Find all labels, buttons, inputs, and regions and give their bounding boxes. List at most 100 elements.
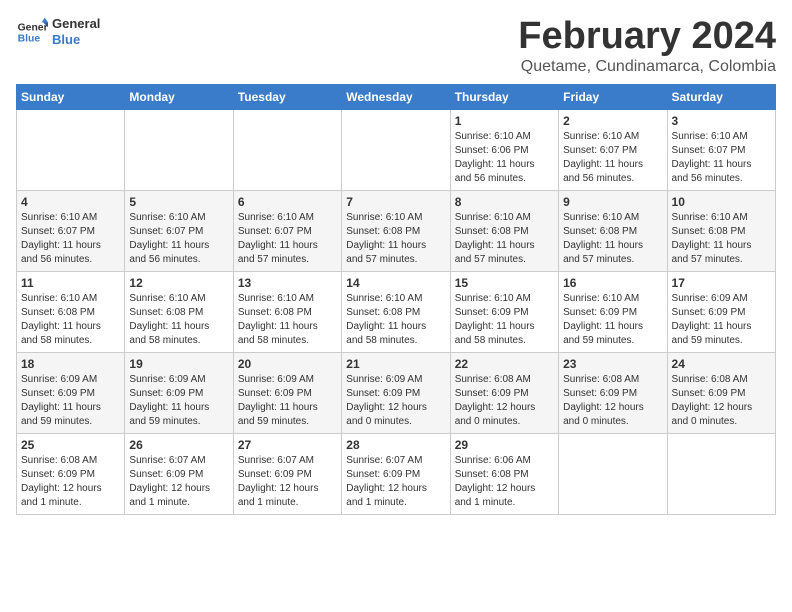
day-info: Sunrise: 6:09 AM Sunset: 6:09 PM Dayligh… bbox=[129, 373, 228, 429]
day-info: Sunrise: 6:08 AM Sunset: 6:09 PM Dayligh… bbox=[563, 373, 662, 429]
day-number: 27 bbox=[238, 438, 337, 452]
day-info: Sunrise: 6:10 AM Sunset: 6:09 PM Dayligh… bbox=[455, 292, 554, 348]
calendar-cell: 16Sunrise: 6:10 AM Sunset: 6:09 PM Dayli… bbox=[559, 271, 667, 352]
calendar-cell: 25 Sunrise: 6:08 AM Sunset: 6:09 PM Dayli… bbox=[17, 433, 125, 514]
day-info: Sunrise: 6:10 AM Sunset: 6:08 PM Dayligh… bbox=[672, 211, 771, 267]
day-number: 19 bbox=[129, 357, 228, 371]
column-header-tuesday: Tuesday bbox=[233, 84, 341, 109]
day-info: Sunrise: 6:10 AM Sunset: 6:06 PM Dayligh… bbox=[455, 130, 554, 186]
calendar-cell bbox=[342, 109, 450, 190]
column-header-sunday: Sunday bbox=[17, 84, 125, 109]
day-number: 12 bbox=[129, 276, 228, 290]
day-number: 7 bbox=[346, 195, 445, 209]
day-number: 24 bbox=[672, 357, 771, 371]
calendar-cell: 27 Sunrise: 6:07 AM Sunset: 6:09 PM Dayli… bbox=[233, 433, 341, 514]
day-number: 5 bbox=[129, 195, 228, 209]
logo-general: General bbox=[52, 16, 100, 32]
calendar-cell: 15 Sunrise: 6:10 AM Sunset: 6:09 PM Dayli… bbox=[450, 271, 558, 352]
day-number: 21 bbox=[346, 357, 445, 371]
day-info: Sunrise: 6:08 AM Sunset: 6:09 PM Dayligh… bbox=[672, 373, 771, 429]
day-number: 6 bbox=[238, 195, 337, 209]
day-info: Sunrise: 6:09 AM Sunset: 6:09 PM Dayligh… bbox=[21, 373, 120, 429]
day-info: Sunrise: 6:10 AM Sunset: 6:07 PM Dayligh… bbox=[563, 130, 662, 186]
day-number: 4 bbox=[21, 195, 120, 209]
calendar-cell: 19 Sunrise: 6:09 AM Sunset: 6:09 PM Dayli… bbox=[125, 352, 233, 433]
logo: General Blue General Blue bbox=[16, 16, 100, 48]
day-number: 15 bbox=[455, 276, 554, 290]
calendar-cell: 24 Sunrise: 6:08 AM Sunset: 6:09 PM Dayli… bbox=[667, 352, 775, 433]
logo-icon: General Blue bbox=[16, 16, 48, 48]
day-info: Sunrise: 6:08 AM Sunset: 6:09 PM Dayligh… bbox=[455, 373, 554, 429]
day-info: Sunrise: 6:10 AM Sunset: 6:08 PM Dayligh… bbox=[346, 211, 445, 267]
calendar-cell: 8Sunrise: 6:10 AM Sunset: 6:08 PM Daylig… bbox=[450, 190, 558, 271]
day-number: 1 bbox=[455, 114, 554, 128]
calendar-cell: 10 Sunrise: 6:10 AM Sunset: 6:08 PM Dayli… bbox=[667, 190, 775, 271]
column-header-saturday: Saturday bbox=[667, 84, 775, 109]
day-number: 8 bbox=[455, 195, 554, 209]
calendar-cell: 14 Sunrise: 6:10 AM Sunset: 6:08 PM Dayli… bbox=[342, 271, 450, 352]
day-number: 20 bbox=[238, 357, 337, 371]
day-info: Sunrise: 6:10 AM Sunset: 6:08 PM Dayligh… bbox=[346, 292, 445, 348]
calendar-cell: 2 Sunrise: 6:10 AM Sunset: 6:07 PM Daylig… bbox=[559, 109, 667, 190]
day-info: Sunrise: 6:09 AM Sunset: 6:09 PM Dayligh… bbox=[238, 373, 337, 429]
calendar-cell bbox=[667, 433, 775, 514]
calendar-cell: 4 Sunrise: 6:10 AM Sunset: 6:07 PM Daylig… bbox=[17, 190, 125, 271]
column-header-monday: Monday bbox=[125, 84, 233, 109]
calendar-cell: 23 Sunrise: 6:08 AM Sunset: 6:09 PM Dayli… bbox=[559, 352, 667, 433]
day-number: 23 bbox=[563, 357, 662, 371]
calendar-cell: 3Sunrise: 6:10 AM Sunset: 6:07 PM Daylig… bbox=[667, 109, 775, 190]
calendar-cell: 13 Sunrise: 6:10 AM Sunset: 6:08 PM Dayli… bbox=[233, 271, 341, 352]
day-number: 18 bbox=[21, 357, 120, 371]
day-info: Sunrise: 6:07 AM Sunset: 6:09 PM Dayligh… bbox=[238, 454, 337, 510]
calendar-cell: 29Sunrise: 6:06 AM Sunset: 6:08 PM Dayli… bbox=[450, 433, 558, 514]
day-number: 16 bbox=[563, 276, 662, 290]
calendar-cell: 21 Sunrise: 6:09 AM Sunset: 6:09 PM Dayli… bbox=[342, 352, 450, 433]
day-number: 10 bbox=[672, 195, 771, 209]
day-number: 14 bbox=[346, 276, 445, 290]
day-info: Sunrise: 6:10 AM Sunset: 6:07 PM Dayligh… bbox=[238, 211, 337, 267]
day-info: Sunrise: 6:10 AM Sunset: 6:08 PM Dayligh… bbox=[238, 292, 337, 348]
calendar-cell: 22 Sunrise: 6:08 AM Sunset: 6:09 PM Dayli… bbox=[450, 352, 558, 433]
calendar-cell: 11Sunrise: 6:10 AM Sunset: 6:08 PM Dayli… bbox=[17, 271, 125, 352]
day-number: 25 bbox=[21, 438, 120, 452]
day-info: Sunrise: 6:10 AM Sunset: 6:08 PM Dayligh… bbox=[563, 211, 662, 267]
day-info: Sunrise: 6:08 AM Sunset: 6:09 PM Dayligh… bbox=[21, 454, 120, 510]
calendar-title: February 2024 bbox=[518, 16, 776, 58]
calendar-cell: 9 Sunrise: 6:10 AM Sunset: 6:08 PM Daylig… bbox=[559, 190, 667, 271]
calendar-cell: 6 Sunrise: 6:10 AM Sunset: 6:07 PM Daylig… bbox=[233, 190, 341, 271]
calendar-cell: 17Sunrise: 6:09 AM Sunset: 6:09 PM Dayli… bbox=[667, 271, 775, 352]
calendar-subtitle: Quetame, Cundinamarca, Colombia bbox=[518, 58, 776, 76]
day-number: 13 bbox=[238, 276, 337, 290]
day-info: Sunrise: 6:06 AM Sunset: 6:08 PM Dayligh… bbox=[455, 454, 554, 510]
title-area: February 2024 Quetame, Cundinamarca, Col… bbox=[518, 16, 776, 76]
day-number: 28 bbox=[346, 438, 445, 452]
day-number: 3 bbox=[672, 114, 771, 128]
column-header-friday: Friday bbox=[559, 84, 667, 109]
logo-blue: Blue bbox=[52, 32, 100, 48]
calendar-cell bbox=[559, 433, 667, 514]
svg-text:Blue: Blue bbox=[18, 34, 41, 45]
svg-text:General: General bbox=[18, 22, 48, 33]
calendar-cell bbox=[17, 109, 125, 190]
calendar-cell: 7 Sunrise: 6:10 AM Sunset: 6:08 PM Daylig… bbox=[342, 190, 450, 271]
day-info: Sunrise: 6:07 AM Sunset: 6:09 PM Dayligh… bbox=[129, 454, 228, 510]
header: General Blue General Blue February 2024 … bbox=[16, 16, 776, 76]
day-info: Sunrise: 6:10 AM Sunset: 6:07 PM Dayligh… bbox=[129, 211, 228, 267]
day-number: 2 bbox=[563, 114, 662, 128]
column-header-wednesday: Wednesday bbox=[342, 84, 450, 109]
calendar-cell: 5 Sunrise: 6:10 AM Sunset: 6:07 PM Daylig… bbox=[125, 190, 233, 271]
calendar-cell: 1 Sunrise: 6:10 AM Sunset: 6:06 PM Daylig… bbox=[450, 109, 558, 190]
day-number: 22 bbox=[455, 357, 554, 371]
calendar-cell: 28 Sunrise: 6:07 AM Sunset: 6:09 PM Dayli… bbox=[342, 433, 450, 514]
day-number: 9 bbox=[563, 195, 662, 209]
calendar-cell: 20 Sunrise: 6:09 AM Sunset: 6:09 PM Dayli… bbox=[233, 352, 341, 433]
day-info: Sunrise: 6:07 AM Sunset: 6:09 PM Dayligh… bbox=[346, 454, 445, 510]
calendar-cell: 26 Sunrise: 6:07 AM Sunset: 6:09 PM Dayli… bbox=[125, 433, 233, 514]
day-info: Sunrise: 6:09 AM Sunset: 6:09 PM Dayligh… bbox=[672, 292, 771, 348]
day-number: 11 bbox=[21, 276, 120, 290]
day-info: Sunrise: 6:10 AM Sunset: 6:07 PM Dayligh… bbox=[21, 211, 120, 267]
day-info: Sunrise: 6:09 AM Sunset: 6:09 PM Dayligh… bbox=[346, 373, 445, 429]
calendar-cell: 12Sunrise: 6:10 AM Sunset: 6:08 PM Dayli… bbox=[125, 271, 233, 352]
column-header-thursday: Thursday bbox=[450, 84, 558, 109]
day-number: 26 bbox=[129, 438, 228, 452]
